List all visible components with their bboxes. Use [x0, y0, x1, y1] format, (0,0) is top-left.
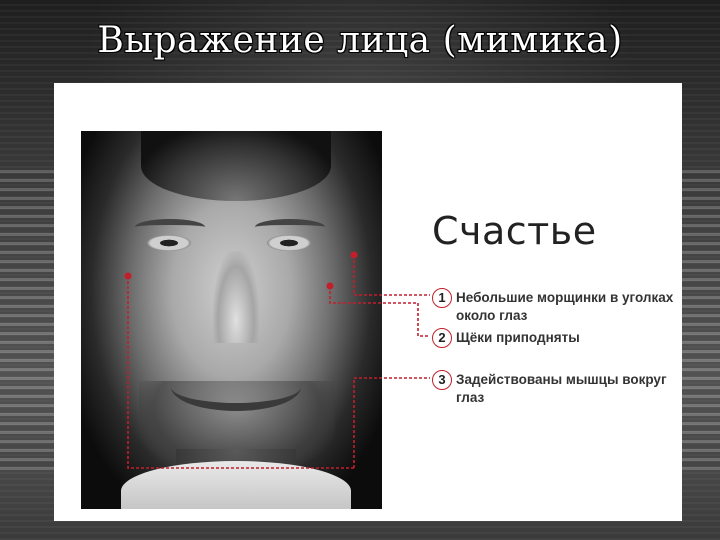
marker-dot-left-eye: [124, 272, 132, 280]
leader-line-2: [329, 286, 430, 337]
item-text-2: Щёки приподняты: [456, 330, 580, 345]
item-text-3: Задействованы мышцы вокруг глаз: [456, 372, 667, 405]
slide-title: Выражение лица (мимика): [97, 20, 623, 61]
leader-line-1: [353, 255, 430, 296]
marker-dot-cheek: [326, 282, 334, 290]
leader-line-3: [353, 377, 430, 468]
leader-line-left: [127, 276, 354, 469]
item-number-2: 2: [432, 328, 452, 348]
newspaper-texture-left: [0, 170, 58, 470]
marker-dot-right-eye: [350, 251, 358, 259]
item-number-3: 3: [432, 370, 452, 390]
item-number-1: 1: [432, 288, 452, 308]
emotion-heading: Счастье: [432, 209, 597, 253]
figure-card: Счастье 1 Небольшие морщинки в уголках о…: [54, 83, 682, 521]
item-text-1: Небольшие морщинки в уголках около глаз: [456, 290, 674, 323]
